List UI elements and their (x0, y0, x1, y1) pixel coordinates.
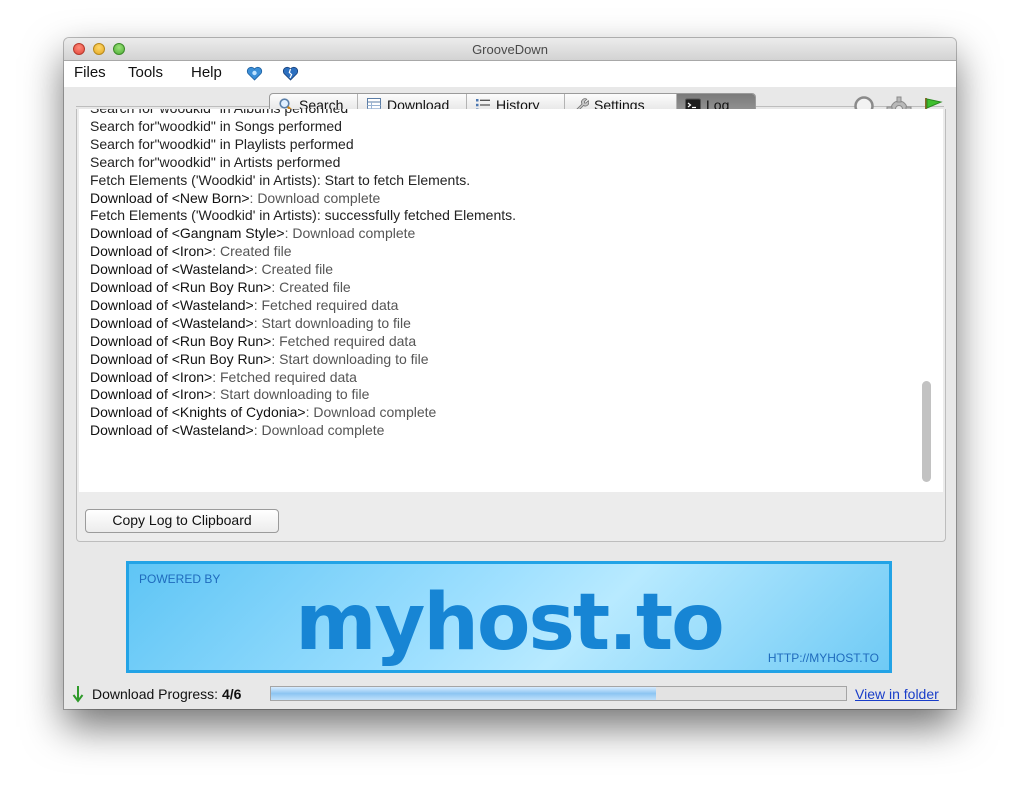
log-line-message: : Download complete (253, 422, 385, 439)
log-line-message: : Download complete (305, 404, 437, 421)
log-line-subject: Download of <Wasteland> (90, 261, 254, 278)
broken-heart-icon[interactable] (282, 65, 299, 82)
download-progress-label: Download Progress: 4/6 (92, 686, 241, 702)
menu-tools[interactable]: Tools (128, 64, 163, 81)
log-line-subject: Download of <Run Boy Run> (90, 350, 272, 367)
log-line: Search for"woodkid" in Playlists perform… (90, 136, 354, 152)
log-line-message: : Start downloading to file (212, 386, 370, 403)
window-title: GrooveDown (472, 42, 548, 57)
log-line-message: Search for"woodkid" in Artists performed (90, 153, 341, 170)
log-line: Download of <Iron>: Start downloading to… (90, 386, 369, 402)
log-line-message: : Download complete (249, 189, 381, 206)
copy-log-button[interactable]: Copy Log to Clipboard (85, 509, 279, 533)
log-line-message: : Fetched required data (271, 332, 417, 349)
log-line: Fetch Elements ('Woodkid' in Artists): s… (90, 207, 516, 223)
log-line: Fetch Elements ('Woodkid' in Artists): S… (90, 172, 470, 188)
log-line-message: Search for"woodkid" in Albums performed (90, 109, 348, 116)
log-line: Download of <New Born>: Download complet… (90, 190, 380, 206)
download-progress-bar (270, 686, 847, 701)
title-bar: GrooveDown (64, 38, 956, 61)
log-line-message: : Download complete (284, 225, 416, 242)
log-line-message: : Start downloading to file (271, 350, 429, 367)
download-arrow-icon (72, 685, 84, 708)
log-line-message: : Start downloading to file (253, 314, 411, 331)
menu-help[interactable]: Help (191, 64, 222, 81)
log-scrollbar-thumb[interactable] (922, 381, 931, 482)
status-bar: Download Progress: 4/6 View in folder (64, 682, 956, 706)
log-line-message: : Created file (253, 261, 334, 278)
app-window: GrooveDown Files Tools Help Search Downl… (64, 38, 956, 709)
log-line-subject: Download of <Knights of Cydonia> (90, 404, 306, 421)
log-line-subject: Download of <Iron> (90, 386, 213, 403)
log-line-subject: Download of <Iron> (90, 243, 213, 260)
heart-globe-icon[interactable] (246, 65, 263, 82)
banner-url: HTTP://MYHOST.TO (767, 651, 879, 665)
log-line: Download of <Wasteland>: Created file (90, 261, 333, 277)
log-line: Download of <Wasteland>: Fetched require… (90, 297, 398, 313)
log-text-area[interactable]: Search for"woodkid" in Albums performed S… (79, 109, 943, 492)
menu-files[interactable]: Files (74, 64, 106, 81)
log-line-message: Fetch Elements ('Woodkid' in Artists): s… (90, 207, 517, 224)
view-in-folder-link[interactable]: View in folder (855, 686, 939, 702)
log-line-subject: Download of <Wasteland> (90, 422, 254, 439)
menu-bar: Files Tools Help (64, 61, 956, 87)
log-line-message: Search for"woodkid" in Songs performed (90, 117, 342, 134)
log-line: Download of <Run Boy Run>: Fetched requi… (90, 333, 416, 349)
log-line-subject: Download of <Gangnam Style> (90, 225, 285, 242)
log-line: Download of <Run Boy Run>: Created file (90, 279, 351, 295)
log-line: Download of <Iron>: Created file (90, 243, 292, 259)
log-line-message: Fetch Elements ('Woodkid' in Artists): S… (90, 171, 471, 188)
log-line: Search for"woodkid" in Artists performed (90, 154, 340, 170)
log-line-subject: Download of <Iron> (90, 368, 213, 385)
progress-count: 4/6 (221, 686, 242, 702)
log-line-message: Search for"woodkid" in Playlists perform… (90, 135, 354, 152)
log-line: Download of <Run Boy Run>: Start downloa… (90, 351, 429, 367)
log-line: Search for"woodkid" in Songs performed (90, 118, 342, 134)
log-line-subject: Download of <Run Boy Run> (90, 279, 272, 295)
log-line-subject: Download of <Run Boy Run> (90, 332, 272, 349)
log-line-subject: Download of <Wasteland> (90, 296, 254, 313)
log-line: Download of <Iron>: Fetched required dat… (90, 369, 357, 385)
log-line: Download of <Wasteland>: Start downloadi… (90, 315, 411, 331)
log-line-subject: Download of <Wasteland> (90, 314, 254, 331)
log-line: Search for"woodkid" in Albums performed (90, 109, 348, 116)
log-line-message: : Created file (212, 243, 292, 260)
sponsor-banner[interactable]: POWERED BY myhost.to HTTP://MYHOST.TO (126, 561, 892, 673)
log-line-message: : Fetched required data (253, 296, 399, 313)
progress-fill (271, 687, 657, 700)
log-line: Download of <Wasteland>: Download comple… (90, 422, 384, 438)
log-line: Download of <Gangnam Style>: Download co… (90, 225, 415, 241)
log-line-message: : Fetched required data (212, 368, 357, 385)
log-panel: Search for"woodkid" in Albums performed S… (76, 109, 946, 542)
log-line: Download of <Knights of Cydonia>: Downlo… (90, 404, 436, 420)
log-line-message: : Created file (271, 279, 351, 295)
progress-label-text: Download Progress: (92, 686, 219, 702)
log-line-subject: Download of <New Born> (90, 189, 250, 206)
